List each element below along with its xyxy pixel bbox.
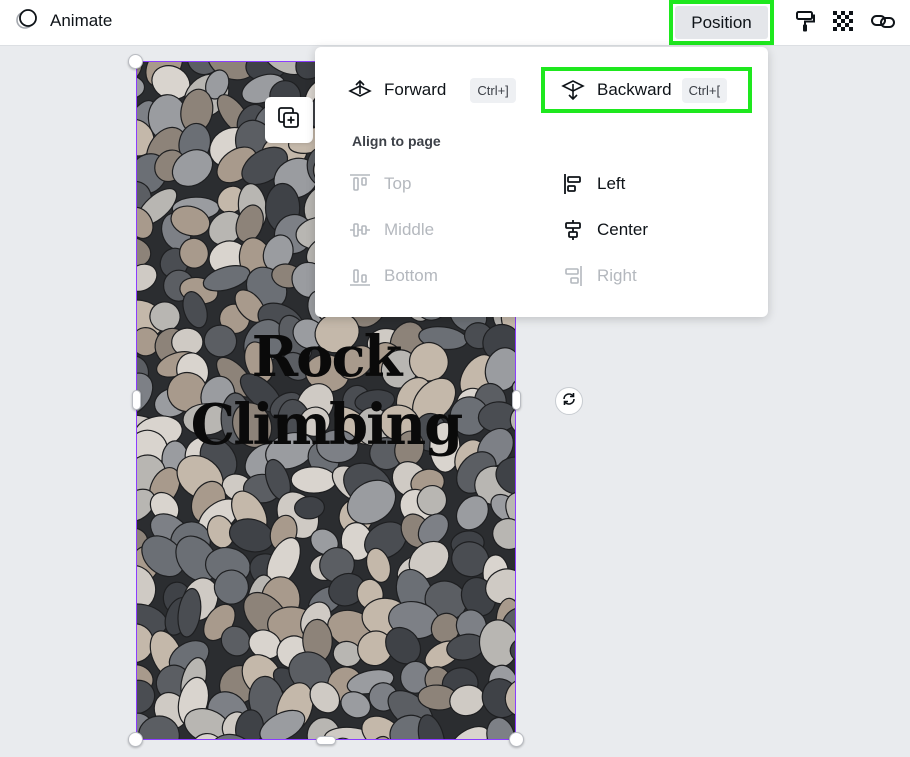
- align-right-label: Right: [597, 266, 637, 285]
- backward-highlight: [541, 67, 752, 113]
- align-to-page-heading: Align to page: [352, 133, 441, 149]
- forward-button[interactable]: Forward Ctrl+]: [348, 75, 516, 105]
- duplicate-button[interactable]: [265, 97, 313, 143]
- align-top-button[interactable]: Top: [348, 169, 411, 199]
- align-top-icon: [348, 172, 372, 196]
- animate-button[interactable]: Animate: [10, 7, 116, 35]
- animate-icon: [14, 7, 40, 36]
- align-center-icon: [561, 218, 585, 242]
- align-middle-icon: [348, 218, 372, 242]
- align-left-button[interactable]: Left: [561, 169, 625, 199]
- align-bottom-label: Bottom: [384, 266, 438, 285]
- align-bottom-icon: [348, 264, 372, 288]
- design-title-line1[interactable]: Rock: [137, 324, 515, 390]
- align-bottom-button[interactable]: Bottom: [348, 261, 438, 291]
- forward-label: Forward: [384, 80, 447, 99]
- resize-handle-left[interactable]: [132, 390, 141, 410]
- link-icon[interactable]: [870, 8, 896, 34]
- transparency-icon[interactable]: [830, 8, 856, 34]
- resize-handle-right[interactable]: [512, 390, 521, 410]
- resize-handle-bottom-right[interactable]: [509, 732, 524, 747]
- top-toolbar: Animate Position: [0, 0, 910, 46]
- resize-handle-bottom[interactable]: [316, 736, 336, 745]
- position-button[interactable]: Position: [669, 0, 774, 45]
- animate-label: Animate: [50, 11, 113, 30]
- duplicate-icon: [277, 106, 301, 135]
- align-right-button[interactable]: Right: [561, 261, 637, 291]
- align-top-label: Top: [384, 174, 412, 193]
- resize-handle-bottom-left[interactable]: [128, 732, 143, 747]
- align-left-icon: [561, 172, 585, 196]
- align-left-label: Left: [597, 174, 626, 193]
- design-title-line2[interactable]: Climbing: [137, 392, 515, 458]
- align-right-icon: [561, 264, 585, 288]
- resize-handle-top-left[interactable]: [128, 54, 143, 69]
- paint-roller-icon[interactable]: [792, 8, 818, 34]
- position-label: Position: [691, 12, 752, 32]
- align-middle-label: Middle: [384, 220, 435, 239]
- rotate-button[interactable]: [555, 387, 583, 415]
- align-center-label: Center: [597, 220, 649, 239]
- forward-shortcut: Ctrl+]: [470, 77, 516, 103]
- align-center-button[interactable]: Center: [561, 215, 648, 245]
- rotate-icon: [561, 391, 577, 412]
- align-middle-button[interactable]: Middle: [348, 215, 434, 245]
- forward-icon: [348, 78, 372, 102]
